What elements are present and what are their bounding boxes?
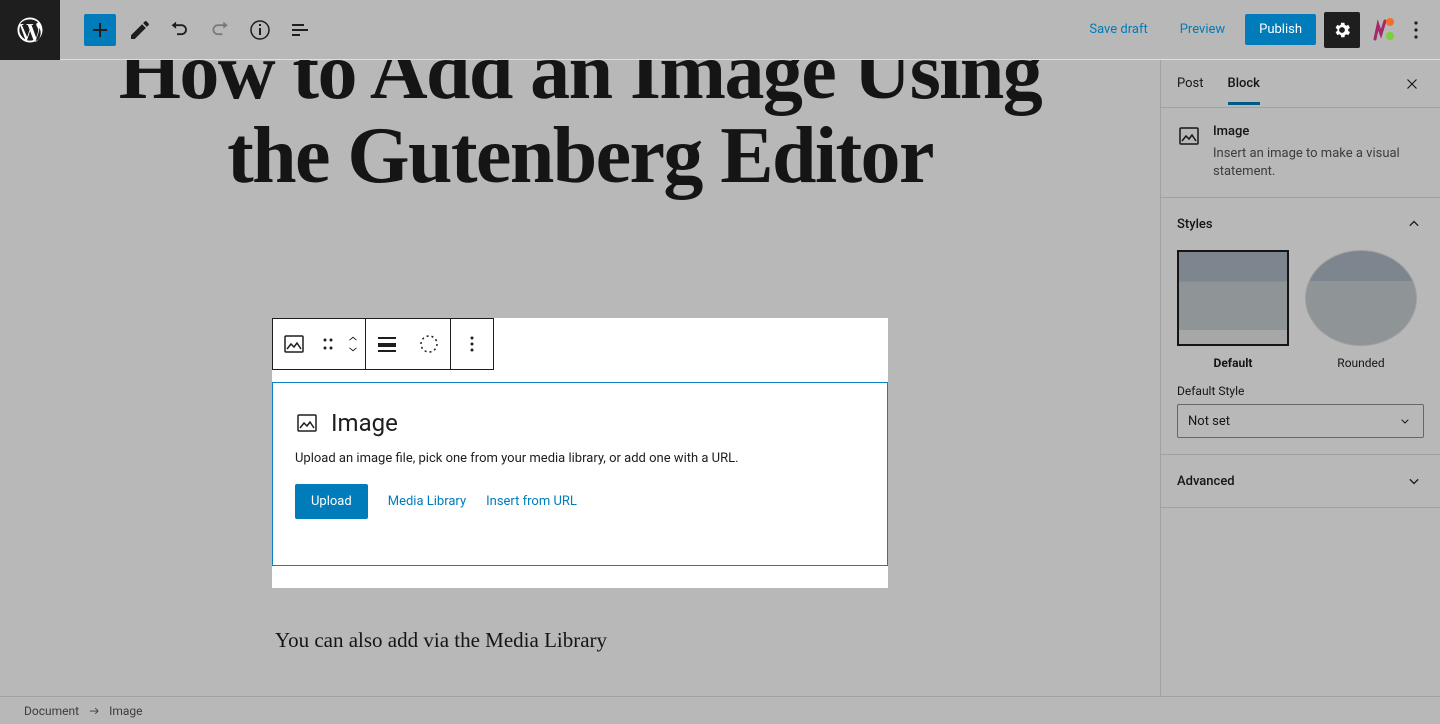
style-label-default: Default — [1177, 356, 1289, 370]
info-icon — [248, 18, 272, 42]
edit-tool-button[interactable] — [124, 14, 156, 46]
style-label-rounded: Rounded — [1305, 356, 1417, 370]
advanced-label: Advanced — [1177, 474, 1235, 489]
block-name: Image — [1213, 124, 1424, 139]
styles-label: Styles — [1177, 217, 1213, 232]
yoast-button[interactable] — [1368, 18, 1392, 42]
publish-button[interactable]: Publish — [1245, 14, 1316, 45]
close-icon — [1403, 75, 1421, 93]
post-title[interactable]: How to Add an Image Using the Gutenberg … — [0, 60, 1160, 198]
breadcrumb-image[interactable]: Image — [109, 704, 142, 718]
block-type-button[interactable] — [273, 319, 315, 369]
add-block-button[interactable] — [84, 14, 116, 46]
chevron-down-icon — [1404, 471, 1424, 491]
toolbar-right: Save draft Preview Publish — [1077, 12, 1432, 48]
plus-icon — [88, 18, 112, 42]
align-icon — [375, 332, 399, 356]
block-toolbar — [272, 318, 494, 370]
wordpress-icon — [15, 15, 45, 45]
block-more-button[interactable] — [451, 319, 493, 369]
chevron-down-icon — [1397, 413, 1413, 429]
preview-button[interactable]: Preview — [1168, 14, 1237, 45]
insert-url-button[interactable]: Insert from URL — [486, 494, 577, 509]
tab-post[interactable]: Post — [1177, 62, 1204, 105]
chevron-down-icon — [346, 344, 360, 354]
style-preview-rounded — [1305, 250, 1417, 346]
style-option-default[interactable]: Default — [1177, 250, 1289, 370]
placeholder-description: Upload an image file, pick one from your… — [295, 451, 865, 466]
align-button[interactable] — [366, 319, 408, 369]
image-block-wrapper: Image Upload an image file, pick one fro… — [272, 318, 888, 566]
sidebar-tabs: Post Block — [1161, 60, 1440, 108]
default-style-select[interactable]: Not set — [1177, 404, 1424, 438]
settings-button[interactable] — [1324, 12, 1360, 48]
drag-icon — [316, 332, 340, 356]
image-icon — [282, 332, 306, 356]
replace-button[interactable] — [408, 319, 450, 369]
advanced-panel-toggle[interactable]: Advanced — [1161, 455, 1440, 507]
more-menu-button[interactable] — [1400, 14, 1432, 46]
save-draft-button[interactable]: Save draft — [1077, 14, 1159, 45]
pencil-icon — [128, 18, 152, 42]
undo-button[interactable] — [164, 14, 196, 46]
undo-icon — [168, 18, 192, 42]
redo-button[interactable] — [204, 14, 236, 46]
wordpress-logo[interactable] — [0, 0, 60, 60]
image-placeholder: Image Upload an image file, pick one fro… — [272, 382, 888, 566]
move-buttons[interactable] — [341, 319, 365, 369]
editor-header: Save draft Preview Publish — [0, 0, 1440, 60]
close-sidebar-button[interactable] — [1400, 72, 1424, 96]
default-style-label: Default Style — [1177, 384, 1424, 398]
chevron-up-icon — [1404, 214, 1424, 234]
dotted-circle-icon — [417, 332, 441, 356]
redo-icon — [208, 18, 232, 42]
styles-panel: Styles Default Rounded Default Style Not… — [1161, 198, 1440, 455]
paragraph-2[interactable]: You can also add via the Media Library — [275, 628, 607, 653]
dots-vertical-icon — [460, 332, 484, 356]
chevron-up-icon — [346, 334, 360, 344]
block-description: Insert an image to make a visual stateme… — [1213, 145, 1424, 181]
upload-button[interactable]: Upload — [295, 484, 368, 519]
style-preview-default — [1177, 250, 1289, 346]
dots-vertical-icon — [1404, 18, 1428, 42]
tab-block[interactable]: Block — [1228, 62, 1260, 105]
block-type-info: Image Insert an image to make a visual s… — [1161, 108, 1440, 198]
media-library-button[interactable]: Media Library — [388, 494, 466, 509]
placeholder-title: Image — [331, 409, 398, 437]
arrow-right-icon — [87, 704, 101, 718]
settings-sidebar: Post Block Image Insert an image to make… — [1160, 60, 1440, 696]
styles-panel-toggle[interactable]: Styles — [1161, 198, 1440, 250]
default-style-value: Not set — [1188, 414, 1230, 429]
style-option-rounded[interactable]: Rounded — [1305, 250, 1417, 370]
gear-icon — [1332, 20, 1352, 40]
breadcrumb-bar: Document Image — [0, 696, 1440, 724]
image-icon — [295, 411, 319, 435]
info-button[interactable] — [244, 14, 276, 46]
drag-handle[interactable] — [315, 319, 341, 369]
image-icon — [1177, 124, 1201, 148]
list-icon — [288, 18, 312, 42]
toolbar-left — [60, 14, 316, 46]
breadcrumb-document[interactable]: Document — [24, 704, 79, 718]
advanced-panel: Advanced — [1161, 455, 1440, 508]
outline-button[interactable] — [284, 14, 316, 46]
